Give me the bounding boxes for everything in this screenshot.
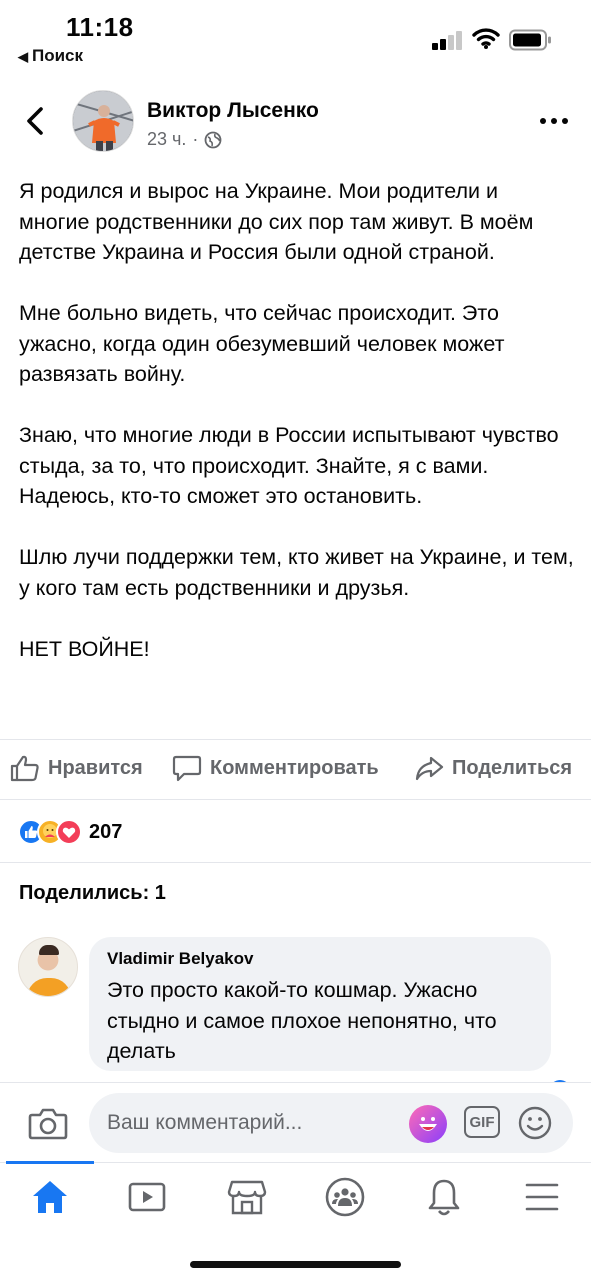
home-indicator [190, 1261, 401, 1268]
like-button[interactable]: Нравится [10, 754, 143, 782]
sticker-icon[interactable] [409, 1105, 447, 1143]
status-time: 11:18 [66, 12, 134, 42]
share-label: Поделиться [452, 756, 573, 779]
post-paragraph: Мне больно видеть, что сейчас происходит… [19, 301, 505, 386]
bell-icon[interactable] [422, 1175, 466, 1219]
love-reaction-icon [56, 819, 82, 845]
author-avatar-image [73, 91, 133, 151]
post-paragraph: Знаю, что многие люди в России испытываю… [19, 423, 559, 508]
home-icon[interactable] [28, 1175, 72, 1219]
emoji-icon[interactable] [517, 1105, 553, 1141]
share-arrow-icon [415, 756, 444, 781]
comment-text: Это просто какой-то кошмар. Ужасно стыдн… [107, 978, 497, 1063]
camera-icon[interactable] [28, 1105, 68, 1141]
post-paragraph: Шлю лучи поддержки тем, кто живет на Укр… [19, 545, 574, 600]
post-body: Я родился и вырос на Украине. Мои родите… [19, 176, 574, 664]
like-label: Нравится [48, 756, 143, 779]
battery-icon [509, 29, 551, 51]
more-options-icon[interactable] [540, 116, 570, 126]
shares-count[interactable]: Поделились: 1 [19, 882, 166, 905]
wifi-icon [472, 28, 500, 49]
cellular-signal-icon [432, 30, 464, 50]
thumbs-up-icon [10, 755, 39, 782]
author-avatar[interactable] [72, 90, 134, 152]
reaction-count: 207 [89, 820, 123, 843]
back-to-app-label: Поиск [32, 46, 84, 65]
active-tab-indicator [6, 1161, 94, 1164]
comment-bubble: Vladimir Belyakov Это просто какой-то ко… [89, 937, 551, 1071]
menu-icon[interactable] [520, 1175, 564, 1219]
back-chevron-icon[interactable] [22, 106, 48, 136]
comment-button[interactable]: Комментировать [172, 754, 379, 782]
post-meta: 23 ч. · [147, 129, 222, 150]
marketplace-icon[interactable] [225, 1175, 269, 1219]
post-actions: Нравится Комментировать Поделиться [0, 742, 591, 798]
gif-button[interactable]: GIF [464, 1106, 500, 1138]
divider [0, 739, 591, 740]
status-bar: 11:18 ◀ Поиск [0, 0, 591, 70]
comment-composer: GIF [0, 1082, 591, 1162]
divider [0, 862, 591, 863]
comment-input[interactable] [107, 1093, 407, 1153]
commenter-name[interactable]: Vladimir Belyakov [107, 949, 533, 969]
back-to-app-link[interactable]: ◀ Поиск [18, 46, 83, 66]
divider [0, 799, 591, 800]
post-time[interactable]: 23 ч. [147, 129, 186, 150]
post-paragraph: НЕТ ВОЙНЕ! [19, 636, 150, 661]
comment-label: Комментировать [210, 756, 379, 779]
post-author-name[interactable]: Виктор Лысенко [147, 99, 319, 123]
comment-input-container: GIF [89, 1093, 573, 1153]
globe-icon [205, 131, 222, 148]
meta-separator: · [192, 129, 199, 149]
groups-icon[interactable] [323, 1175, 367, 1219]
back-triangle-icon: ◀ [18, 49, 28, 64]
post-paragraph: Я родился и вырос на Украине. Мои родите… [19, 179, 534, 264]
reactions-summary[interactable]: 207 [18, 818, 122, 846]
video-icon[interactable] [125, 1175, 169, 1219]
commenter-avatar[interactable] [18, 937, 78, 997]
comment-bubble-icon [172, 755, 202, 782]
bottom-tab-bar [0, 1161, 591, 1234]
share-button[interactable]: Поделиться [414, 754, 572, 782]
post-header: Виктор Лысенко 23 ч. · [0, 88, 591, 154]
